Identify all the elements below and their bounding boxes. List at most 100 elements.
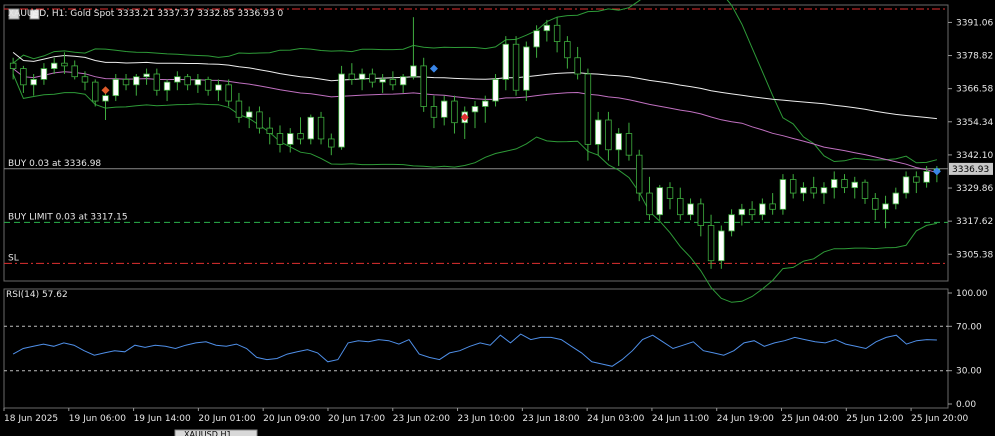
candle-body (841, 179, 848, 189)
candle-body (50, 62, 58, 69)
candle-body (646, 192, 653, 216)
chart-canvas: 3391.06 3378.82 3366.58 3354.34 3342.10 3329.… (3, 0, 993, 436)
order-label-1: BUY LIMIT 0.03 at 3317.15 (8, 212, 128, 222)
candle-body (584, 73, 592, 145)
price-tick-label-5: 3329.86 (956, 184, 993, 194)
candle-body (769, 203, 776, 210)
time-label-12: 25 Jun 04:00 (782, 414, 839, 424)
candle-body (287, 133, 294, 145)
candle-body (502, 43, 510, 80)
candle-body (133, 76, 140, 86)
candle-body (102, 95, 109, 102)
candle-body (872, 198, 879, 210)
candle-body (276, 133, 284, 145)
candle-body (348, 73, 356, 80)
price-tick-label-4: 3342.10 (956, 151, 993, 161)
candle-body (369, 73, 376, 83)
candle-body (605, 119, 612, 151)
candle-body (235, 100, 243, 118)
candle-body (20, 68, 27, 86)
candle-body (92, 81, 99, 102)
candle-body (800, 187, 807, 194)
candle-body (225, 84, 232, 102)
candle-body (389, 79, 397, 86)
bollinger-upper (12, 0, 938, 164)
candle-body (707, 225, 715, 262)
time-label-2: 19 Jun 14:00 (134, 414, 191, 424)
rsi-header: RSI(14) 57.62 (6, 290, 68, 300)
symbol-header: XAUUSD, H1: Gold Spot 3333.21 3337.37 33… (8, 9, 284, 19)
candle-body (512, 43, 520, 91)
candle-body (492, 79, 499, 102)
candle-body (687, 203, 694, 216)
candle-body (810, 187, 817, 194)
time-label-6: 23 Jun 02:00 (393, 414, 450, 424)
candle-body (204, 79, 212, 91)
candle-body (399, 76, 407, 86)
candle-body (430, 106, 438, 118)
time-label-10: 24 Jun 11:00 (652, 414, 709, 424)
price-tick-label-2: 3366.58 (956, 85, 993, 95)
trade-marker-buy-arrow (429, 64, 438, 73)
candle-body (759, 203, 766, 216)
candle-body (328, 138, 335, 148)
candle-body (256, 111, 263, 129)
candle-body (635, 154, 643, 194)
candle-body (913, 176, 920, 183)
rsi-tick-label-0: 100.00 (956, 289, 988, 299)
candle-body (594, 119, 602, 145)
candle-body (543, 24, 551, 32)
candle-body (440, 100, 448, 118)
price-tick-label-3: 3354.34 (956, 118, 993, 128)
order-label-0: BUY 0.03 at 3336.98 (8, 159, 101, 169)
candle-body (379, 79, 386, 83)
time-label-14: 25 Jun 20:00 (911, 414, 968, 424)
candle-body (471, 106, 479, 113)
order-label-2: SL (8, 253, 19, 263)
candle-body (738, 208, 746, 216)
candle-body (358, 73, 366, 80)
candle-body (174, 76, 181, 83)
time-label-0: 18 Jun 2025 (4, 414, 58, 424)
price-tick-label-1: 3378.82 (956, 52, 993, 62)
candle-body (656, 187, 663, 216)
candle-body (143, 73, 150, 78)
rsi-panel-frame (3, 288, 949, 409)
time-label-5: 20 Jun 17:00 (328, 414, 385, 424)
candle-body (30, 79, 37, 86)
rsi-line (12, 333, 937, 367)
candle-body (71, 65, 78, 78)
candle-body (728, 214, 735, 232)
candle-body (184, 76, 191, 86)
time-label-7: 23 Jun 10:00 (458, 414, 515, 424)
candle-body (615, 133, 622, 151)
candle-body (666, 187, 674, 199)
candle-body (523, 46, 530, 91)
candle-body (163, 81, 171, 91)
candle-body (112, 79, 119, 97)
candle-body (297, 133, 304, 140)
trade-marker-sell-arrow (101, 86, 110, 95)
candle-body (574, 57, 581, 75)
main-panel-frame (3, 4, 949, 282)
candle-body (861, 181, 869, 199)
candle-body (820, 187, 828, 194)
candle-body (831, 179, 838, 189)
candle-body (40, 68, 48, 80)
candle-body (245, 111, 253, 118)
candle-body (718, 230, 725, 262)
time-label-3: 20 Jun 01:00 (198, 414, 255, 424)
candle-body (677, 198, 684, 216)
time-label-9: 24 Jun 03:00 (587, 414, 644, 424)
rsi-tick-label-2: 30.00 (956, 367, 982, 377)
candle-body (482, 100, 489, 107)
candle-body (194, 79, 202, 86)
candle-body (451, 100, 458, 124)
candle-body (307, 116, 315, 140)
candle-body (122, 79, 130, 86)
candle-body (892, 192, 900, 205)
tab-label: XAUUSD,H1 (184, 430, 232, 436)
candle-body (317, 116, 325, 140)
candle-body (153, 73, 161, 91)
candle-body (266, 127, 273, 134)
